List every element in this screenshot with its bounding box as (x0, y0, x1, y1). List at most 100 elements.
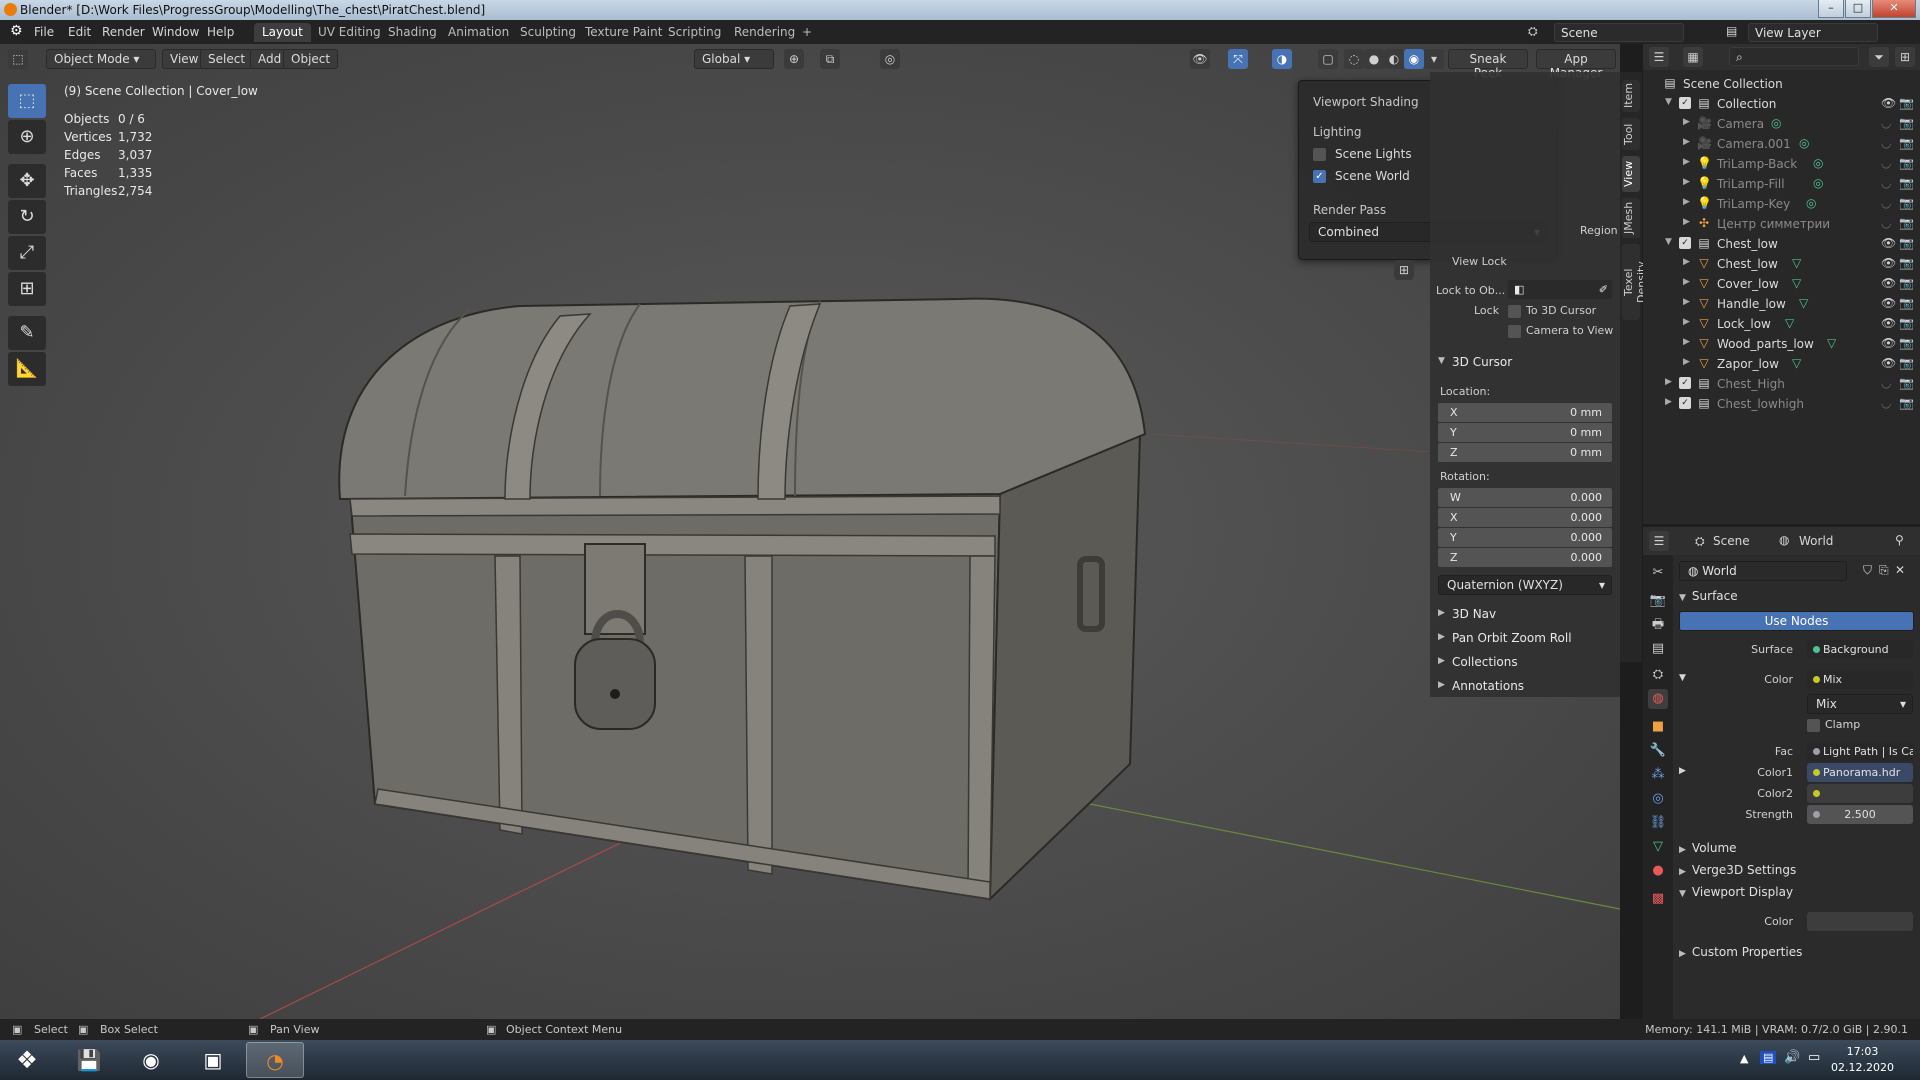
render-visibility-icon[interactable]: 📷 (1899, 116, 1914, 130)
eye-icon[interactable]: 👁 (1881, 336, 1896, 350)
rotation-mode-dropdown[interactable]: Quaternion (WXYZ) ▾ (1438, 575, 1612, 595)
cursor-rotation-z[interactable]: Z 0.000 (1438, 548, 1612, 567)
render-visibility-icon[interactable]: 📷 (1899, 96, 1914, 110)
color1-expand-icon[interactable]: ▶ (1679, 766, 1686, 776)
outliner-row-light[interactable]: ▶ 💡 TriLamp-Back ◎ ◡ 📷 (1643, 154, 1920, 174)
viewport-display-color-swatch[interactable] (1807, 912, 1913, 931)
expand-toggle-icon[interactable]: ▶ (1683, 137, 1690, 147)
expand-toggle-icon[interactable]: ▶ (1683, 277, 1690, 287)
move-tool-icon[interactable]: ✥ (8, 164, 46, 198)
pivot-icon[interactable]: ⊕ (784, 49, 804, 69)
object-tab-icon[interactable]: ■ (1648, 717, 1668, 737)
annotations-panel-header[interactable]: ▶ Annotations (1430, 676, 1620, 698)
constraints-tab-icon[interactable]: ⛓ (1648, 813, 1668, 833)
world-datablock-selector[interactable]: ◍ World (1679, 561, 1847, 581)
expand-toggle-icon[interactable]: ▶ (1683, 197, 1690, 207)
visibility-icon[interactable]: 👁 (1190, 49, 1210, 69)
render-visibility-icon[interactable]: 📷 (1899, 196, 1914, 210)
xray-icon[interactable]: ▢ (1318, 49, 1338, 69)
language-indicator-icon[interactable]: ▤ (1760, 1051, 1777, 1064)
taskbar-clock[interactable]: 17:03 02.12.2020 (1831, 1044, 1894, 1076)
pan-orbit-panel-header[interactable]: ▶ Pan Orbit Zoom Roll (1430, 628, 1620, 650)
sneak-peek-button[interactable]: Sneak Peek (1448, 49, 1528, 80)
output-tab-icon[interactable]: 🖶 (1648, 615, 1668, 635)
transform-orientation[interactable]: Global ▾ (694, 49, 774, 69)
scene-selector[interactable]: Scene (1554, 23, 1684, 42)
menu-select[interactable]: Select (200, 49, 254, 69)
outliner-row-collection[interactable]: ▼ ✓ ▤ Chest_low 👁 📷 (1643, 234, 1920, 254)
eye-icon[interactable]: 👁 (1881, 316, 1896, 330)
collection-include-checkbox[interactable]: ✓ (1679, 377, 1691, 389)
hidden-eye-icon[interactable]: ◡ (1881, 176, 1891, 190)
mesh-data-icon[interactable]: ▽ (1792, 276, 1801, 290)
fake-user-icon[interactable]: ⛉ (1863, 563, 1872, 578)
tab-layout[interactable]: Layout (254, 23, 311, 42)
outliner-row-mesh[interactable]: ▶ ▽ Wood_parts_low ▽ 👁 📷 (1643, 334, 1920, 354)
surface-section-header[interactable]: ▼ Surface (1679, 589, 1738, 603)
view-layer-selector[interactable]: View Layer (1748, 23, 1878, 42)
use-nodes-button[interactable]: Use Nodes (1679, 611, 1914, 631)
maximize-button[interactable]: □ (1845, 0, 1871, 18)
outliner-row-mesh[interactable]: ▶ ▽ Chest_low ▽ 👁 📷 (1643, 254, 1920, 274)
viewport-display-section-header[interactable]: ▼ Viewport Display (1679, 885, 1793, 899)
tab-texel-density[interactable]: Texel Density (1622, 244, 1648, 320)
expand-toggle-icon[interactable]: ▼ (1665, 97, 1672, 107)
hidden-eye-icon[interactable]: ◡ (1881, 196, 1891, 210)
transform-tool-icon[interactable]: ⊞ (8, 272, 46, 306)
eye-icon[interactable]: 👁 (1881, 96, 1896, 110)
render-visibility-icon[interactable]: 📷 (1899, 376, 1914, 390)
shading-dropdown-icon[interactable]: ▾ (1424, 49, 1444, 69)
expand-toggle-icon[interactable]: ▶ (1683, 357, 1690, 367)
tab-sculpting[interactable]: Sculpting (512, 23, 584, 42)
snap-icon[interactable]: ⧉ (820, 49, 840, 69)
outliner-row-light[interactable]: ▶ 💡 TriLamp-Key ◎ ◡ 📷 (1643, 194, 1920, 214)
tab-animation[interactable]: Animation (440, 23, 517, 42)
tab-rendering[interactable]: Rendering (726, 23, 803, 42)
object-data-icon[interactable]: ◎ (1806, 196, 1816, 210)
modifier-tab-icon[interactable]: 🔧 (1648, 741, 1668, 761)
save-app-icon[interactable]: 💾 (60, 1042, 118, 1078)
tab-view[interactable]: View (1622, 156, 1640, 192)
annotate-tool-icon[interactable]: ✎ (8, 316, 46, 350)
minimize-button[interactable]: – (1818, 0, 1844, 18)
cursor-rotation-x[interactable]: X 0.000 (1438, 508, 1612, 527)
render-tab-icon[interactable]: 📷 (1648, 591, 1668, 611)
cursor-rotation-w[interactable]: W 0.000 (1438, 488, 1612, 507)
object-data-icon[interactable]: ◎ (1771, 116, 1781, 130)
3d-cursor-panel-header[interactable]: ▼ 3D Cursor (1430, 352, 1620, 374)
tab-texture-paint[interactable]: Texture Paint (577, 23, 670, 42)
custom-properties-section-header[interactable]: ▶ Custom Properties (1679, 945, 1802, 959)
expand-toggle-icon[interactable]: ▶ (1683, 117, 1690, 127)
camera-to-view-checkbox[interactable] (1508, 325, 1521, 338)
collection-include-checkbox[interactable]: ✓ (1679, 97, 1691, 109)
outliner-row-light[interactable]: ▶ 💡 TriLamp-Fill ◎ ◡ 📷 (1643, 174, 1920, 194)
network-icon[interactable]: ▭ (1808, 1050, 1820, 1065)
start-button-icon[interactable]: ❖ (0, 1042, 54, 1078)
tray-arrow-icon[interactable]: ▲ (1740, 1052, 1748, 1065)
render-visibility-icon[interactable]: 📷 (1899, 256, 1914, 270)
tab-uv-editing[interactable]: UV Editing (310, 23, 389, 42)
expand-toggle-icon[interactable]: ▶ (1683, 157, 1690, 167)
pin-icon[interactable]: ⚲ (1895, 533, 1904, 547)
object-data-icon[interactable]: ◎ (1813, 156, 1823, 170)
expand-toggle-icon[interactable]: ▶ (1665, 397, 1672, 407)
display-mode-icon[interactable]: ▦ (1683, 47, 1703, 67)
outliner-row-mesh[interactable]: ▶ ▽ Zapor_low ▽ 👁 📷 (1643, 354, 1920, 374)
menu-render[interactable]: Render (102, 25, 145, 39)
expand-toggle-icon[interactable]: ▶ (1683, 317, 1690, 327)
expand-toggle-icon[interactable]: ▼ (1665, 237, 1672, 247)
mesh-data-icon[interactable]: ▽ (1799, 296, 1808, 310)
clamp-checkbox[interactable] (1807, 719, 1820, 732)
render-visibility-icon[interactable]: 📷 (1899, 216, 1914, 230)
outliner-scene-collection[interactable]: ▤ Scene Collection (1643, 74, 1920, 94)
expand-toggle-icon[interactable]: ▶ (1665, 377, 1672, 387)
outliner-row-mesh[interactable]: ▶ ▽ Lock_low ▽ 👁 📷 (1643, 314, 1920, 334)
scene-lights-checkbox[interactable] (1313, 148, 1326, 161)
new-world-icon[interactable]: ⎘ (1879, 563, 1889, 578)
scale-tool-icon[interactable]: ⤢ (8, 236, 46, 270)
outliner-row-collection[interactable]: ▼ ✓ ▤ Collection 👁 📷 (1643, 94, 1920, 114)
hidden-eye-icon[interactable]: ◡ (1881, 376, 1891, 390)
expand-toggle-icon[interactable]: ▶ (1683, 217, 1690, 227)
3d-nav-panel-header[interactable]: ▶ 3D Nav (1430, 604, 1620, 626)
material-tab-icon[interactable]: ● (1648, 861, 1668, 881)
